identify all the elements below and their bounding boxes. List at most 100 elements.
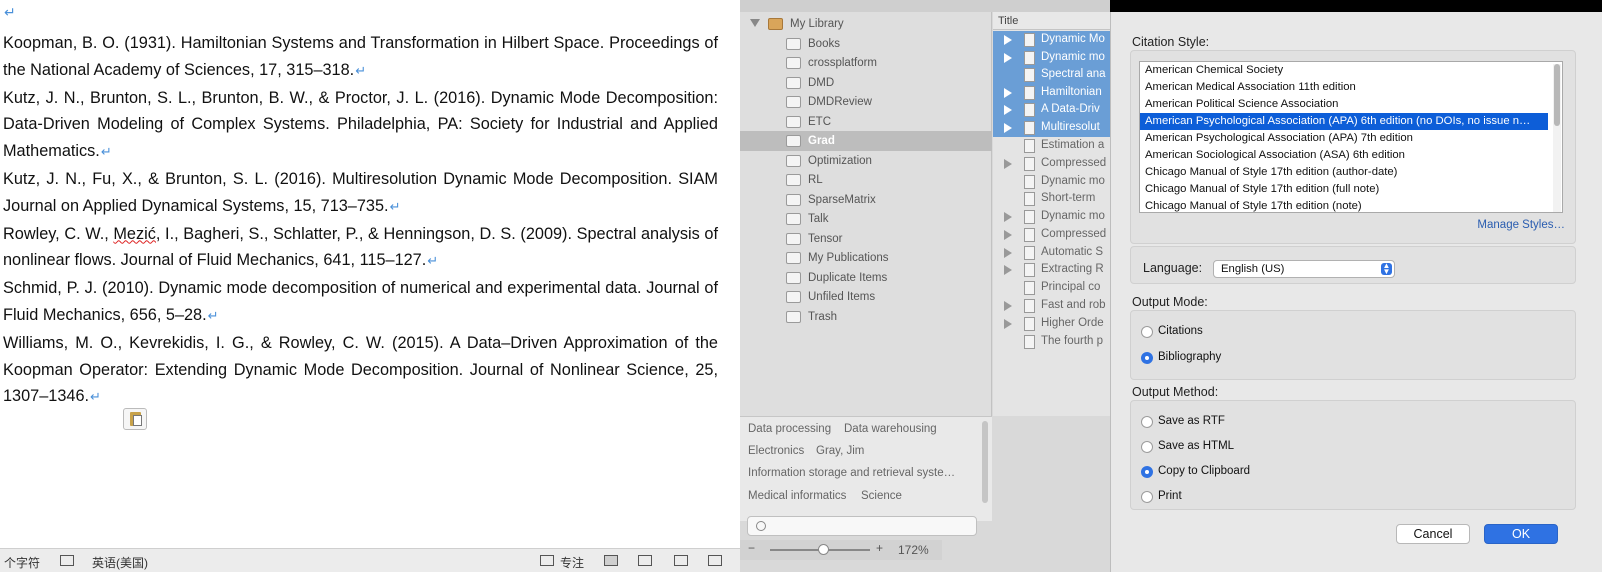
collection-my-library[interactable]: My Library <box>740 14 992 34</box>
item-row[interactable]: Automatic S <box>993 244 1110 262</box>
cancel-button[interactable]: Cancel <box>1396 524 1470 544</box>
radio-button[interactable] <box>1141 441 1153 453</box>
collection-optimization[interactable]: Optimization <box>740 151 992 171</box>
collection-dmdreview[interactable]: DMDReview <box>740 92 992 112</box>
tag[interactable]: Data processing <box>748 423 831 435</box>
collection-sparsematrix[interactable]: SparseMatrix <box>740 190 992 210</box>
item-row[interactable]: Extracting R <box>993 261 1110 279</box>
web-layout-icon[interactable] <box>638 555 652 566</box>
collection-duplicate-items[interactable]: Duplicate Items <box>740 268 992 288</box>
paste-options-icon[interactable] <box>123 408 147 430</box>
zoom-out-icon[interactable]: − <box>748 541 755 555</box>
style-option[interactable]: American Chemical Society <box>1140 62 1548 79</box>
word-count[interactable]: 个字符 <box>4 554 40 571</box>
style-option[interactable]: Chicago Manual of Style 17th edition (fu… <box>1140 181 1548 198</box>
expand-arrow-icon[interactable] <box>1004 248 1012 258</box>
style-option[interactable]: American Sociological Association (ASA) … <box>1140 147 1548 164</box>
style-list-scrollbar[interactable] <box>1553 64 1561 212</box>
reference-entry[interactable]: Rowley, C. W., Mezić, I., Bagheri, S., S… <box>3 221 718 276</box>
tag[interactable]: Gray, Jim <box>816 445 864 457</box>
expand-arrow-icon[interactable] <box>1004 265 1012 275</box>
word-document[interactable]: ↵ Koopman, B. O. (1931). Hamiltonian Sys… <box>0 0 740 572</box>
radio-button[interactable] <box>1141 416 1153 428</box>
item-row[interactable]: Estimation a <box>993 137 1110 155</box>
collection-unfiled-items[interactable]: Unfiled Items <box>740 287 992 307</box>
item-row[interactable]: Dynamic mo <box>993 173 1110 191</box>
tag[interactable]: Medical informatics <box>748 490 846 502</box>
style-option[interactable]: American Political Science Association <box>1140 96 1548 113</box>
focus-icon[interactable] <box>540 555 554 566</box>
item-row[interactable]: Dynamic mo <box>993 49 1110 67</box>
item-row[interactable]: Principal co <box>993 279 1110 297</box>
reference-entry[interactable]: Kutz, J. N., Fu, X., & Brunton, S. L. (2… <box>3 166 718 221</box>
expand-arrow-icon[interactable] <box>1004 159 1012 169</box>
expand-arrow-icon[interactable] <box>1004 88 1012 98</box>
zoom-level[interactable]: 172% <box>898 543 929 557</box>
collection-talk[interactable]: Talk <box>740 209 992 229</box>
reference-entry[interactable]: Schmid, P. J. (2010). Dynamic mode decom… <box>3 275 718 330</box>
language-status[interactable]: 英语(美国) <box>92 554 148 571</box>
style-option[interactable]: Chicago Manual of Style 17th edition (au… <box>1140 164 1548 181</box>
collection-dmd[interactable]: DMD <box>740 73 992 93</box>
item-row[interactable]: A Data-Driv <box>993 101 1110 119</box>
reference-entry[interactable]: Koopman, B. O. (1931). Hamiltonian Syste… <box>3 30 718 85</box>
print-layout-icon[interactable] <box>604 555 618 566</box>
collection-tensor[interactable]: Tensor <box>740 229 992 249</box>
expand-arrow-icon[interactable] <box>1004 105 1012 115</box>
item-row[interactable]: Short-term <box>993 190 1110 208</box>
collection-grad[interactable]: Grad <box>740 131 992 151</box>
manage-styles-link[interactable]: Manage Styles… <box>1477 219 1565 231</box>
collection-books[interactable]: Books <box>740 34 992 54</box>
zoom-in-icon[interactable]: + <box>876 541 883 555</box>
language-select[interactable]: English (US) ▲ ▼ <box>1213 260 1395 278</box>
item-row[interactable]: Spectral ana <box>993 66 1110 84</box>
expand-arrow-icon[interactable] <box>1004 35 1012 45</box>
item-row[interactable]: Hamiltonian <box>993 84 1110 102</box>
focus-label[interactable]: 专注 <box>560 554 584 571</box>
radio-button-checked[interactable] <box>1141 466 1153 478</box>
item-row[interactable]: The fourth p <box>993 333 1110 351</box>
item-row[interactable]: Multiresolut <box>993 119 1110 137</box>
tag-scrollbar[interactable] <box>982 421 988 503</box>
radio-button[interactable] <box>1141 326 1153 338</box>
reference-entry[interactable]: Williams, M. O., Kevrekidis, I. G., & Ro… <box>3 330 718 411</box>
radio-button[interactable] <box>1141 491 1153 503</box>
collection-trash[interactable]: Trash <box>740 307 992 327</box>
collection-etc[interactable]: ETC <box>740 112 992 132</box>
item-row[interactable]: Dynamic Mo <box>993 31 1110 49</box>
expand-arrow-icon[interactable] <box>1004 230 1012 240</box>
outline-icon[interactable] <box>674 555 688 566</box>
tag[interactable]: Information storage and retrieval syste… <box>748 467 955 479</box>
tag[interactable]: Science <box>861 490 902 502</box>
expand-arrow-icon[interactable] <box>1004 123 1012 133</box>
style-option[interactable]: American Medical Association 11th editio… <box>1140 79 1548 96</box>
tag-filter-input[interactable] <box>747 516 977 536</box>
item-row[interactable]: Higher Orde <box>993 315 1110 333</box>
ok-button[interactable]: OK <box>1484 524 1558 544</box>
expand-arrow-icon[interactable] <box>1004 319 1012 329</box>
style-option-selected[interactable]: American Psychological Association (APA)… <box>1140 113 1548 130</box>
item-row[interactable]: Compressed <box>993 226 1110 244</box>
reference-list[interactable]: Koopman, B. O. (1931). Hamiltonian Syste… <box>3 30 718 411</box>
collection-crossplatform[interactable]: crossplatform <box>740 53 992 73</box>
style-option[interactable]: Chicago Manual of Style 17th edition (no… <box>1140 198 1548 212</box>
zoom-slider-knob[interactable] <box>818 544 829 555</box>
citation-style-list[interactable]: American Chemical Society American Medic… <box>1139 61 1563 213</box>
draft-icon[interactable] <box>708 555 722 566</box>
reference-entry[interactable]: Kutz, J. N., Brunton, S. L., Brunton, B.… <box>3 85 718 166</box>
tag[interactable]: Electronics <box>748 445 804 457</box>
tag[interactable]: Data warehousing <box>844 423 937 435</box>
expand-arrow-icon[interactable] <box>1004 53 1012 63</box>
collection-rl[interactable]: RL <box>740 170 992 190</box>
item-row[interactable]: Compressed <box>993 155 1110 173</box>
item-row[interactable]: Fast and rob <box>993 297 1110 315</box>
proofing-icon[interactable] <box>60 555 74 566</box>
collection-my-publications[interactable]: My Publications <box>740 248 992 268</box>
expand-arrow-icon[interactable] <box>1004 212 1012 222</box>
column-header-title[interactable]: Title <box>993 12 1110 30</box>
spelling-error[interactable]: Mezić <box>113 225 156 243</box>
style-option[interactable]: American Psychological Association (APA)… <box>1140 130 1548 147</box>
item-row[interactable]: Dynamic mo <box>993 208 1110 226</box>
radio-button-checked[interactable] <box>1141 352 1153 364</box>
expand-arrow-icon[interactable] <box>1004 301 1012 311</box>
